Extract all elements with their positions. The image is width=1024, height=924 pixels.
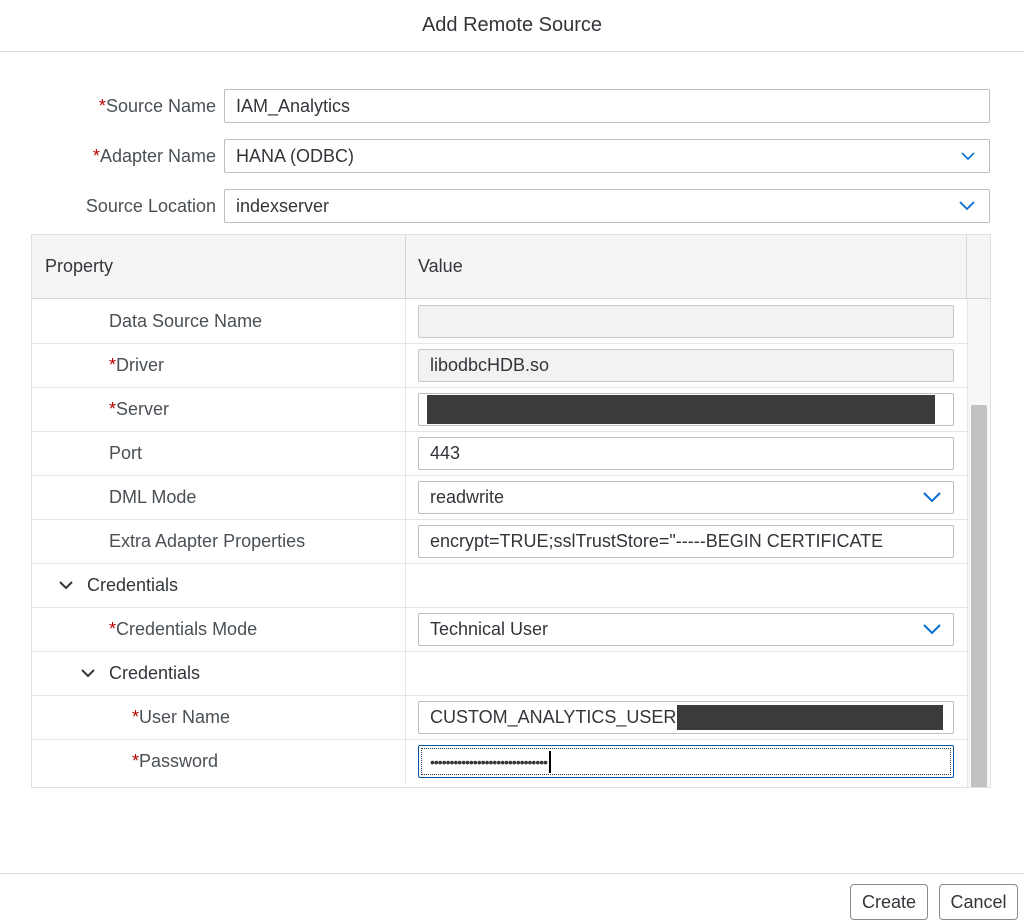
credentials-mode-select[interactable]: Technical User (418, 613, 954, 646)
adapter-name-row: *Adapter Name HANA (ODBC) (0, 139, 1024, 173)
required-marker: * (98, 96, 106, 116)
property-label: *Driver (109, 355, 165, 375)
column-divider (405, 235, 406, 298)
table-row-group: Credentials (32, 563, 967, 608)
properties-table: Property Value Data Source Name *Driver … (31, 234, 991, 788)
source-location-label: Source Location (85, 196, 216, 216)
chevron-down-icon[interactable] (79, 664, 97, 682)
dialog-title: Add Remote Source (421, 14, 603, 36)
data-source-name-field[interactable] (418, 305, 954, 338)
redaction-block (677, 705, 943, 730)
text-caret (549, 751, 551, 774)
extra-adapter-properties-field[interactable]: encrypt=TRUE;sslTrustStore="-----BEGIN C… (418, 525, 954, 558)
table-row: Data Source Name (32, 299, 967, 344)
property-label: *User Name (132, 707, 231, 727)
password-field[interactable]: •••••••••••••••••••••••••••••• (418, 745, 954, 778)
group-label: Credentials (109, 663, 201, 683)
table-row: Port 443 (32, 431, 967, 476)
table-row: *User Name CUSTOM_ANALYTICS_USER (32, 695, 967, 740)
table-row: *Password •••••••••••••••••••••••••••••• (32, 739, 967, 784)
chevron-down-icon[interactable] (57, 576, 75, 594)
table-row-group: Credentials (32, 651, 967, 696)
chevron-down-icon[interactable] (923, 482, 941, 513)
adapter-name-select[interactable]: HANA (ODBC) (224, 139, 990, 173)
property-label: DML Mode (109, 487, 197, 507)
source-location-row: Source Location indexserver (0, 189, 1024, 223)
chevron-down-icon[interactable] (961, 140, 975, 172)
redaction-block (427, 395, 935, 424)
table-row: *Credentials Mode Technical User (32, 607, 967, 652)
chevron-down-icon[interactable] (959, 190, 975, 222)
cancel-button[interactable]: Cancel (939, 884, 1018, 920)
dml-mode-select[interactable]: readwrite (418, 481, 954, 514)
scrollbar-thumb[interactable] (971, 405, 987, 787)
property-label: Extra Adapter Properties (109, 531, 306, 551)
property-label: Port (109, 443, 143, 463)
column-header-value[interactable]: Value (418, 235, 463, 298)
source-location-value: indexserver (236, 196, 330, 216)
property-label: *Server (109, 399, 170, 419)
server-field[interactable] (418, 393, 954, 426)
property-label: *Credentials Mode (109, 619, 258, 639)
adapter-name-value: HANA (ODBC) (236, 146, 355, 166)
dialog-header: Add Remote Source (0, 0, 1024, 52)
dialog-footer: Create Cancel (0, 873, 1024, 924)
required-marker: * (92, 146, 100, 166)
column-header-property[interactable]: Property (45, 235, 113, 298)
property-label: Data Source Name (109, 311, 263, 331)
column-divider (966, 235, 967, 298)
table-row: *Driver libodbcHDB.so (32, 343, 967, 388)
adapter-name-label: *Adapter Name (92, 146, 216, 166)
group-label: Credentials (87, 575, 179, 595)
create-button[interactable]: Create (850, 884, 928, 920)
port-field[interactable]: 443 (418, 437, 954, 470)
property-label: *Password (132, 751, 219, 771)
table-row: Extra Adapter Properties encrypt=TRUE;ss… (32, 519, 967, 564)
table-row: DML Mode readwrite (32, 475, 967, 520)
chevron-down-icon[interactable] (923, 614, 941, 645)
source-name-input[interactable]: IAM_Analytics (224, 89, 990, 123)
table-header: Property Value (32, 235, 990, 299)
source-location-select[interactable]: indexserver (224, 189, 990, 223)
source-name-label: *Source Name (98, 96, 216, 116)
driver-field[interactable]: libodbcHDB.so (418, 349, 954, 382)
user-name-field[interactable]: CUSTOM_ANALYTICS_USER (418, 701, 954, 734)
table-row: *Server (32, 387, 967, 432)
source-name-row: *Source Name IAM_Analytics (0, 89, 1024, 123)
